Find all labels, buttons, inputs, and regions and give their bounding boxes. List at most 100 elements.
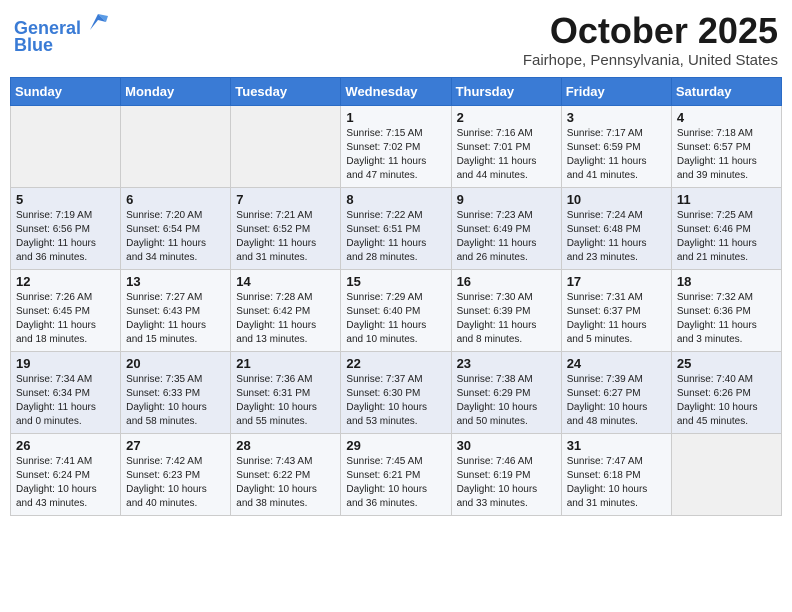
calendar-cell: 22 Sunrise: 7:37 AMSunset: 6:30 PMDayligh…	[341, 352, 451, 434]
weekday-header-sunday: Sunday	[11, 78, 121, 106]
day-info: Sunrise: 7:25 AMSunset: 6:46 PMDaylight:…	[677, 209, 776, 265]
calendar-cell: 17 Sunrise: 7:31 AMSunset: 6:37 PMDayligh…	[561, 270, 671, 352]
logo: General Blue	[14, 10, 108, 56]
day-number: 20	[126, 356, 225, 371]
calendar-week-row: 19Sunrise: 7:34 AMSunset: 6:34 PMDayligh…	[11, 352, 782, 434]
calendar-week-row: 1 Sunrise: 7:15 AMSunset: 7:02 PMDaylight…	[11, 106, 782, 188]
day-number: 12	[16, 274, 115, 289]
calendar-cell: 25 Sunrise: 7:40 AMSunset: 6:26 PMDayligh…	[671, 352, 781, 434]
weekday-header-tuesday: Tuesday	[231, 78, 341, 106]
calendar-cell: 1 Sunrise: 7:15 AMSunset: 7:02 PMDaylight…	[341, 106, 451, 188]
day-info: Sunrise: 7:43 AMSunset: 6:22 PMDaylight:…	[236, 455, 335, 511]
calendar-week-row: 26 Sunrise: 7:41 AMSunset: 6:24 PMDayligh…	[11, 434, 782, 516]
day-number: 10	[567, 192, 666, 207]
calendar-cell: 16 Sunrise: 7:30 AMSunset: 6:39 PMDayligh…	[451, 270, 561, 352]
day-number: 1	[346, 110, 445, 125]
day-info: Sunrise: 7:40 AMSunset: 6:26 PMDaylight:…	[677, 373, 776, 429]
weekday-header-wednesday: Wednesday	[341, 78, 451, 106]
calendar-cell: 21 Sunrise: 7:36 AMSunset: 6:31 PMDayligh…	[231, 352, 341, 434]
weekday-header-row: SundayMondayTuesdayWednesdayThursdayFrid…	[11, 78, 782, 106]
weekday-header-saturday: Saturday	[671, 78, 781, 106]
day-info: Sunrise: 7:45 AMSunset: 6:21 PMDaylight:…	[346, 455, 445, 511]
month-title: October 2025	[523, 10, 778, 52]
day-number: 17	[567, 274, 666, 289]
day-number: 16	[457, 274, 556, 289]
day-number: 26	[16, 438, 115, 453]
day-number: 18	[677, 274, 776, 289]
calendar-cell: 23 Sunrise: 7:38 AMSunset: 6:29 PMDayligh…	[451, 352, 561, 434]
calendar-cell: 31 Sunrise: 7:47 AMSunset: 6:18 PMDayligh…	[561, 434, 671, 516]
calendar-table: SundayMondayTuesdayWednesdayThursdayFrid…	[10, 77, 782, 516]
weekday-header-thursday: Thursday	[451, 78, 561, 106]
day-info: Sunrise: 7:26 AMSunset: 6:45 PMDaylight:…	[16, 291, 115, 347]
calendar-cell: 6 Sunrise: 7:20 AMSunset: 6:54 PMDaylight…	[121, 188, 231, 270]
calendar-cell: 8 Sunrise: 7:22 AMSunset: 6:51 PMDaylight…	[341, 188, 451, 270]
calendar-cell: 26 Sunrise: 7:41 AMSunset: 6:24 PMDayligh…	[11, 434, 121, 516]
calendar-cell	[11, 106, 121, 188]
day-info: Sunrise: 7:47 AMSunset: 6:18 PMDaylight:…	[567, 455, 666, 511]
day-info: Sunrise: 7:35 AMSunset: 6:33 PMDaylight:…	[126, 373, 225, 429]
day-number: 22	[346, 356, 445, 371]
calendar-week-row: 12 Sunrise: 7:26 AMSunset: 6:45 PMDayligh…	[11, 270, 782, 352]
calendar-week-row: 5 Sunrise: 7:19 AMSunset: 6:56 PMDaylight…	[11, 188, 782, 270]
day-number: 24	[567, 356, 666, 371]
day-number: 2	[457, 110, 556, 125]
title-block: October 2025 Fairhope, Pennsylvania, Uni…	[523, 10, 778, 69]
day-info: Sunrise: 7:16 AMSunset: 7:01 PMDaylight:…	[457, 127, 556, 183]
day-info: Sunrise: 7:24 AMSunset: 6:48 PMDaylight:…	[567, 209, 666, 265]
weekday-header-friday: Friday	[561, 78, 671, 106]
calendar-cell: 18Sunrise: 7:32 AMSunset: 6:36 PMDayligh…	[671, 270, 781, 352]
day-number: 31	[567, 438, 666, 453]
day-info: Sunrise: 7:22 AMSunset: 6:51 PMDaylight:…	[346, 209, 445, 265]
page-header: General Blue October 2025 Fairhope, Penn…	[10, 10, 782, 69]
day-info: Sunrise: 7:28 AMSunset: 6:42 PMDaylight:…	[236, 291, 335, 347]
day-info: Sunrise: 7:23 AMSunset: 6:49 PMDaylight:…	[457, 209, 556, 265]
day-number: 27	[126, 438, 225, 453]
calendar-cell: 28Sunrise: 7:43 AMSunset: 6:22 PMDayligh…	[231, 434, 341, 516]
logo-bird-icon	[88, 10, 108, 34]
calendar-cell: 11Sunrise: 7:25 AMSunset: 6:46 PMDayligh…	[671, 188, 781, 270]
weekday-header-monday: Monday	[121, 78, 231, 106]
calendar-cell	[231, 106, 341, 188]
calendar-cell: 13Sunrise: 7:27 AMSunset: 6:43 PMDayligh…	[121, 270, 231, 352]
calendar-cell: 24 Sunrise: 7:39 AMSunset: 6:27 PMDayligh…	[561, 352, 671, 434]
day-info: Sunrise: 7:19 AMSunset: 6:56 PMDaylight:…	[16, 209, 115, 265]
calendar-cell: 10 Sunrise: 7:24 AMSunset: 6:48 PMDayligh…	[561, 188, 671, 270]
day-info: Sunrise: 7:31 AMSunset: 6:37 PMDaylight:…	[567, 291, 666, 347]
calendar-cell: 4 Sunrise: 7:18 AMSunset: 6:57 PMDaylight…	[671, 106, 781, 188]
day-info: Sunrise: 7:39 AMSunset: 6:27 PMDaylight:…	[567, 373, 666, 429]
day-number: 23	[457, 356, 556, 371]
calendar-cell: 14 Sunrise: 7:28 AMSunset: 6:42 PMDayligh…	[231, 270, 341, 352]
day-info: Sunrise: 7:18 AMSunset: 6:57 PMDaylight:…	[677, 127, 776, 183]
calendar-cell: 19Sunrise: 7:34 AMSunset: 6:34 PMDayligh…	[11, 352, 121, 434]
calendar-cell: 3Sunrise: 7:17 AMSunset: 6:59 PMDaylight…	[561, 106, 671, 188]
calendar-cell: 27 Sunrise: 7:42 AMSunset: 6:23 PMDayligh…	[121, 434, 231, 516]
calendar-cell: 12 Sunrise: 7:26 AMSunset: 6:45 PMDayligh…	[11, 270, 121, 352]
day-info: Sunrise: 7:36 AMSunset: 6:31 PMDaylight:…	[236, 373, 335, 429]
day-number: 3	[567, 110, 666, 125]
calendar-cell	[671, 434, 781, 516]
day-number: 8	[346, 192, 445, 207]
day-number: 4	[677, 110, 776, 125]
day-info: Sunrise: 7:27 AMSunset: 6:43 PMDaylight:…	[126, 291, 225, 347]
day-info: Sunrise: 7:21 AMSunset: 6:52 PMDaylight:…	[236, 209, 335, 265]
calendar-cell: 29 Sunrise: 7:45 AMSunset: 6:21 PMDayligh…	[341, 434, 451, 516]
day-number: 25	[677, 356, 776, 371]
day-info: Sunrise: 7:15 AMSunset: 7:02 PMDaylight:…	[346, 127, 445, 183]
day-number: 14	[236, 274, 335, 289]
location: Fairhope, Pennsylvania, United States	[523, 52, 778, 69]
day-number: 21	[236, 356, 335, 371]
day-info: Sunrise: 7:38 AMSunset: 6:29 PMDaylight:…	[457, 373, 556, 429]
day-number: 30	[457, 438, 556, 453]
day-info: Sunrise: 7:42 AMSunset: 6:23 PMDaylight:…	[126, 455, 225, 511]
day-number: 5	[16, 192, 115, 207]
day-info: Sunrise: 7:30 AMSunset: 6:39 PMDaylight:…	[457, 291, 556, 347]
day-number: 29	[346, 438, 445, 453]
day-number: 9	[457, 192, 556, 207]
calendar-cell: 15Sunrise: 7:29 AMSunset: 6:40 PMDayligh…	[341, 270, 451, 352]
day-info: Sunrise: 7:41 AMSunset: 6:24 PMDaylight:…	[16, 455, 115, 511]
day-info: Sunrise: 7:20 AMSunset: 6:54 PMDaylight:…	[126, 209, 225, 265]
day-info: Sunrise: 7:37 AMSunset: 6:30 PMDaylight:…	[346, 373, 445, 429]
day-number: 6	[126, 192, 225, 207]
calendar-cell: 30Sunrise: 7:46 AMSunset: 6:19 PMDayligh…	[451, 434, 561, 516]
